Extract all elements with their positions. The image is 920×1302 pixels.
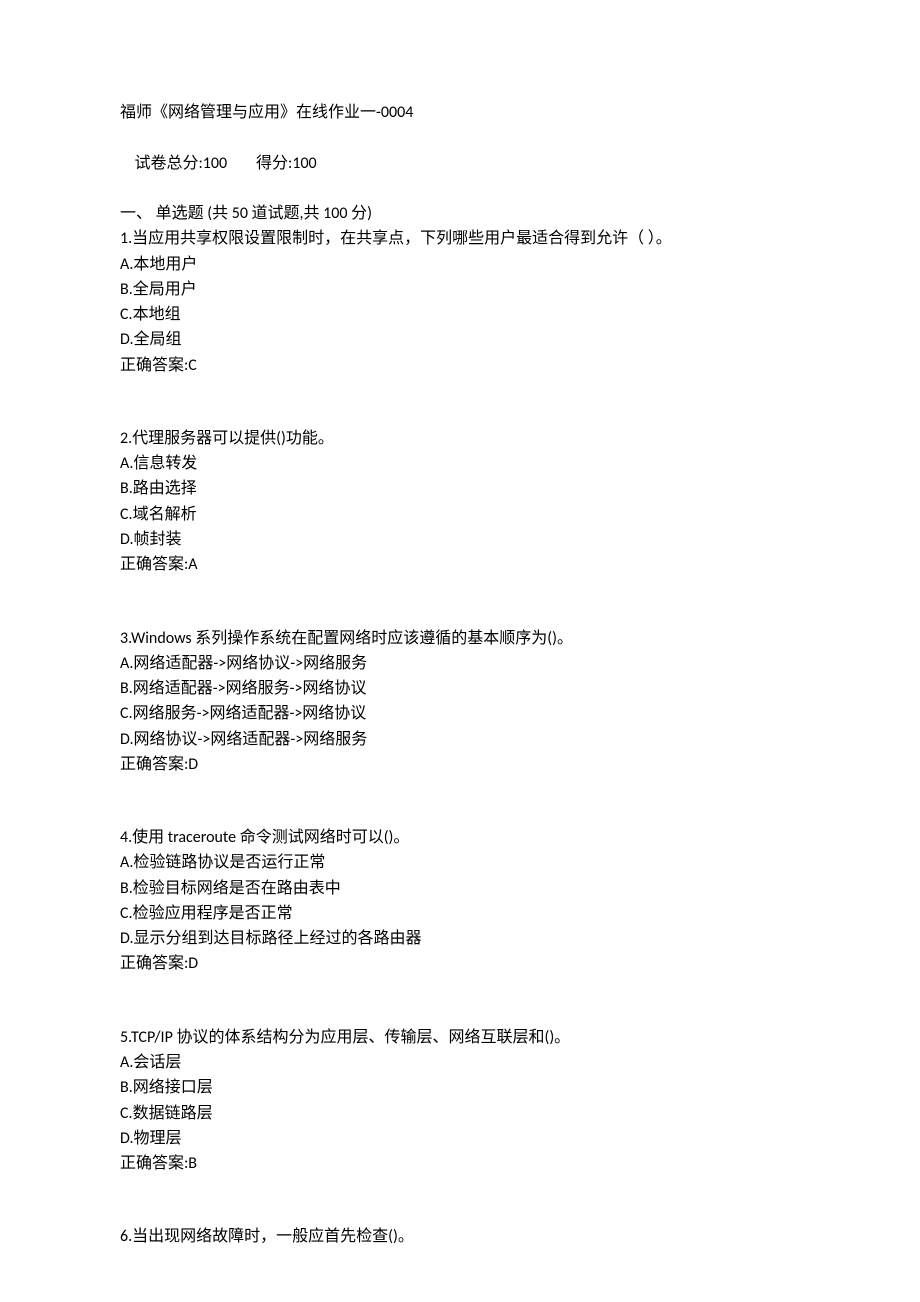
question-answer: 正确答案:D — [120, 752, 920, 777]
question-option: B.路由选择 — [120, 476, 920, 501]
question-option: D.物理层 — [120, 1126, 920, 1151]
question-option: C.检验应用程序是否正常 — [120, 901, 920, 926]
question-option: B.检验目标网络是否在路由表中 — [120, 876, 920, 901]
question-stem: 4.使用 traceroute 命令测试网络时可以()。 — [120, 825, 920, 850]
question-block: 6.当出现网络故障时，一般应首先检查()。 — [120, 1224, 920, 1249]
question-option: D.全局组 — [120, 327, 920, 352]
question-option: C.本地组 — [120, 302, 920, 327]
question-option: A.会话层 — [120, 1050, 920, 1075]
question-answer: 正确答案:C — [120, 353, 920, 378]
score-label: 得分: — [256, 154, 292, 173]
question-answer: 正确答案:D — [120, 951, 920, 976]
doc-title: 福师《网络管理与应用》在线作业一-0004 — [120, 100, 920, 125]
question-stem: 6.当出现网络故障时，一般应首先检查()。 — [120, 1224, 920, 1249]
question-stem: 2.代理服务器可以提供()功能。 — [120, 426, 920, 451]
question-answer: 正确答案:A — [120, 552, 920, 577]
question-option: B.全局用户 — [120, 277, 920, 302]
question-option: C.域名解析 — [120, 502, 920, 527]
question-stem: 5.TCP/IP 协议的体系结构分为应用层、传输层、网络互联层和()。 — [120, 1025, 920, 1050]
question-option: B.网络接口层 — [120, 1075, 920, 1100]
question-option: D.帧封装 — [120, 527, 920, 552]
question-block: 4.使用 traceroute 命令测试网络时可以()。A.检验链路协议是否运行… — [120, 825, 920, 977]
question-answer: 正确答案:B — [120, 1151, 920, 1176]
question-option: D.显示分组到达目标路径上经过的各路由器 — [120, 926, 920, 951]
question-block: 2.代理服务器可以提供()功能。A.信息转发B.路由选择C.域名解析D.帧封装正… — [120, 426, 920, 578]
question-option: C.网络服务->网络适配器->网络协议 — [120, 701, 920, 726]
score-value: 100 — [292, 154, 316, 173]
question-stem: 1.当应用共享权限设置限制时，在共享点，下列哪些用户最适合得到允许（ ）。 — [120, 226, 920, 251]
question-option: A.网络适配器->网络协议->网络服务 — [120, 651, 920, 676]
question-block: 5.TCP/IP 协议的体系结构分为应用层、传输层、网络互联层和()。A.会话层… — [120, 1025, 920, 1177]
question-block: 1.当应用共享权限设置限制时，在共享点，下列哪些用户最适合得到允许（ ）。A.本… — [120, 226, 920, 378]
question-option: A.本地用户 — [120, 252, 920, 277]
question-option: D.网络协议->网络适配器->网络服务 — [120, 727, 920, 752]
question-block: 3.Windows 系列操作系统在配置网络时应该遵循的基本顺序为()。A.网络适… — [120, 626, 920, 778]
question-stem: 3.Windows 系列操作系统在配置网络时应该遵循的基本顺序为()。 — [120, 626, 920, 651]
question-option: A.信息转发 — [120, 451, 920, 476]
total-value: 100 — [203, 154, 227, 173]
section-heading: 一、 单选题 (共 50 道试题,共 100 分) — [120, 201, 920, 226]
question-option: A.检验链路协议是否运行正常 — [120, 850, 920, 875]
score-gap — [227, 154, 256, 173]
question-option: C.数据链路层 — [120, 1101, 920, 1126]
question-option: B.网络适配器->网络服务->网络协议 — [120, 676, 920, 701]
score-line: 试卷总分:100 得分:100 — [120, 125, 920, 201]
total-label: 试卷总分: — [134, 154, 202, 173]
